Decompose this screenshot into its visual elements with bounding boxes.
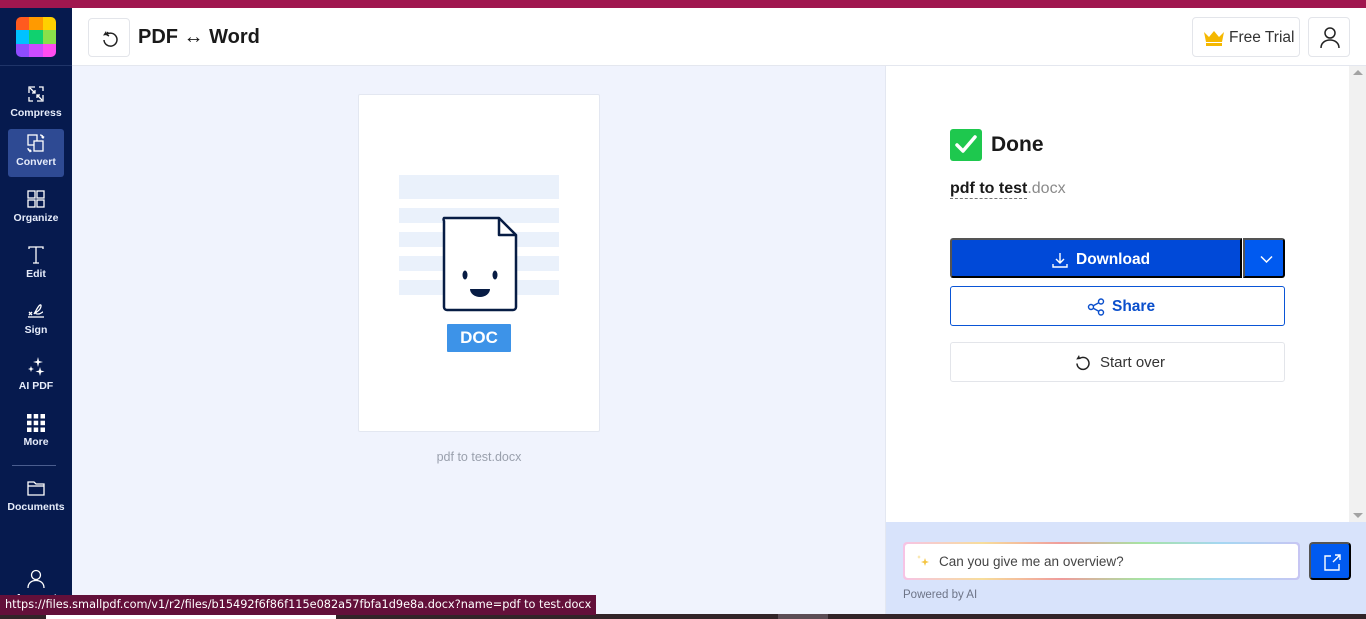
ai-input-border bbox=[903, 542, 1300, 580]
file-caption: pdf to test.docx bbox=[436, 450, 522, 464]
sidebar-item-label: Organize bbox=[13, 212, 59, 224]
page-title: PDF ↔ Word bbox=[138, 26, 260, 48]
sidebar-divider bbox=[12, 465, 56, 466]
sidebar-item-label: AI PDF bbox=[18, 380, 54, 392]
share-label: Share bbox=[1112, 298, 1156, 315]
sidebar: Compress Convert Organize Edit Sign AI P… bbox=[0, 8, 72, 619]
sidebar-item-convert[interactable]: Convert bbox=[8, 129, 64, 177]
download-label: Download bbox=[1076, 251, 1151, 268]
smiling-document-icon bbox=[442, 216, 518, 312]
download-button[interactable]: Download bbox=[950, 238, 1242, 278]
sidebar-item-ai-pdf[interactable]: AI PDF bbox=[8, 353, 64, 401]
document-preview-card: DOC bbox=[358, 94, 600, 432]
sidebar-item-label: Sign bbox=[24, 324, 48, 336]
sidebar-item-label: Compress bbox=[10, 107, 62, 119]
sidebar-item-edit[interactable]: Edit bbox=[8, 241, 64, 289]
doc-format-badge: DOC bbox=[447, 324, 511, 352]
ai-input-container bbox=[905, 544, 1298, 578]
download-options-dropdown[interactable] bbox=[1243, 238, 1285, 278]
undo-icon bbox=[103, 31, 118, 47]
browser-top-strip bbox=[0, 0, 1366, 8]
ai-assistant-panel: Powered by AI bbox=[885, 522, 1366, 614]
grid-icon bbox=[27, 190, 45, 208]
sparkles-icon bbox=[917, 555, 929, 566]
powered-by-ai-label: Powered by AI bbox=[903, 589, 978, 601]
external-link-icon bbox=[1324, 554, 1341, 571]
filename-base[interactable]: pdf to test bbox=[950, 180, 1028, 199]
chevron-down-icon bbox=[1260, 255, 1273, 264]
convert-icon bbox=[27, 134, 45, 153]
user-icon bbox=[27, 569, 45, 589]
filename-extension: .docx bbox=[1027, 180, 1066, 197]
success-check-icon bbox=[950, 129, 982, 161]
sidebar-item-organize[interactable]: Organize bbox=[8, 185, 64, 233]
scroll-up-arrow-icon[interactable] bbox=[1353, 70, 1363, 75]
share-icon bbox=[1087, 298, 1105, 316]
sidebar-item-documents[interactable]: Documents bbox=[7, 474, 65, 522]
taskbar-highlight bbox=[778, 614, 828, 619]
start-over-button[interactable]: Start over bbox=[950, 342, 1285, 382]
sidebar-item-label: More bbox=[23, 436, 49, 448]
share-button[interactable]: Share bbox=[950, 286, 1285, 326]
text-cursor-icon bbox=[28, 246, 44, 264]
sidebar-item-label: Edit bbox=[26, 268, 46, 280]
sidebar-item-compress[interactable]: Compress bbox=[8, 80, 64, 128]
signature-icon bbox=[28, 304, 44, 318]
smallpdf-logo-icon[interactable] bbox=[16, 17, 56, 57]
sidebar-item-label: Documents bbox=[7, 501, 65, 513]
crown-icon bbox=[1204, 31, 1224, 46]
sidebar-item-label: Convert bbox=[16, 156, 56, 168]
ai-open-chat-button[interactable] bbox=[1309, 542, 1351, 580]
ai-question-input[interactable] bbox=[939, 544, 1289, 578]
start-over-label: Start over bbox=[1100, 354, 1166, 371]
app-header: PDF ↔ Word Free Trial bbox=[72, 8, 1366, 66]
back-button[interactable] bbox=[88, 18, 130, 57]
account-button[interactable] bbox=[1308, 17, 1350, 57]
status-title: Done bbox=[991, 133, 1044, 156]
folder-icon bbox=[27, 481, 45, 496]
download-icon bbox=[1052, 253, 1068, 268]
sidebar-divider bbox=[0, 65, 72, 66]
free-trial-button[interactable]: Free Trial bbox=[1192, 17, 1300, 57]
dots-grid-icon bbox=[27, 414, 45, 432]
compress-icon bbox=[28, 86, 44, 102]
placeholder-line bbox=[399, 175, 559, 199]
result-panel-scrollbar[interactable] bbox=[1349, 66, 1366, 522]
scroll-down-arrow-icon[interactable] bbox=[1353, 513, 1363, 518]
undo-icon bbox=[1076, 355, 1090, 371]
free-trial-label: Free Trial bbox=[1229, 29, 1295, 46]
sidebar-item-sign[interactable]: Sign bbox=[8, 297, 64, 345]
link-status-url: https://files.smallpdf.com/v1/r2/files/b… bbox=[0, 595, 597, 615]
output-filename[interactable]: pdf to test.docx bbox=[950, 180, 1066, 199]
user-icon bbox=[1320, 27, 1340, 49]
sparkles-icon bbox=[28, 357, 45, 376]
sidebar-item-more[interactable]: More bbox=[8, 409, 64, 457]
